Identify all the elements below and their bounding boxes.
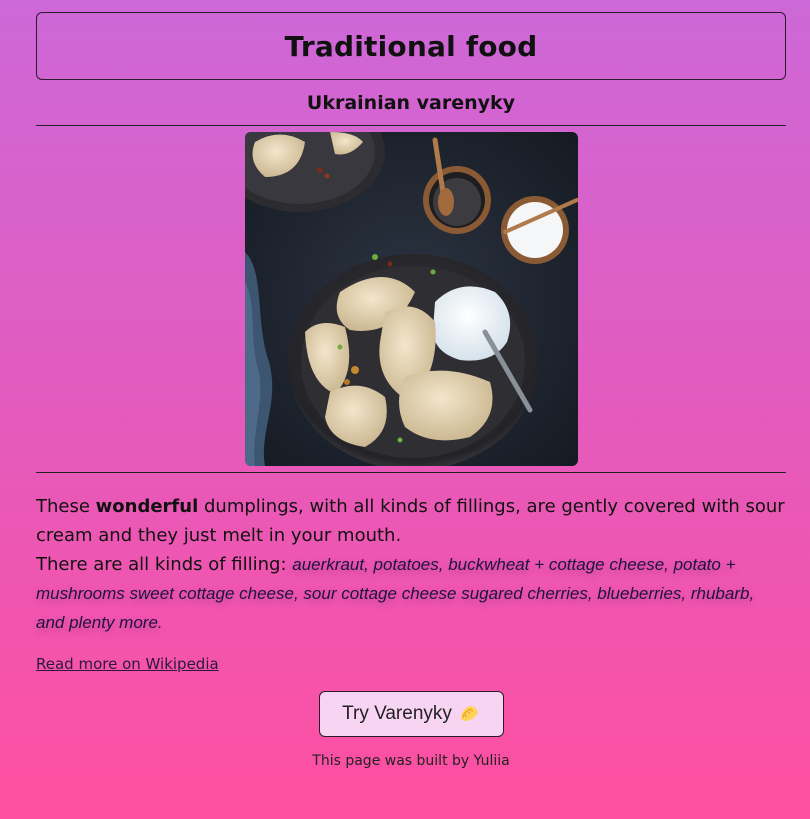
page-title: Traditional food — [284, 29, 538, 63]
dumpling-icon — [458, 703, 480, 725]
image-wrapper — [36, 132, 786, 466]
wikipedia-link[interactable]: Read more on Wikipedia — [36, 655, 219, 673]
page-container: Traditional food Ukrainian varenyky Thes… — [36, 12, 786, 769]
page-subtitle: Ukrainian varenyky — [306, 92, 516, 114]
varenyky-photo — [244, 132, 578, 466]
title-box: Traditional food — [36, 12, 786, 80]
try-varenyky-label: Try Varenyky — [342, 703, 452, 724]
cta-wrapper: Try Varenyky — [36, 691, 786, 737]
description-emphasis: wonderful — [95, 496, 199, 517]
description-intro: These — [36, 496, 96, 517]
divider-top — [36, 125, 786, 126]
divider-middle — [36, 472, 786, 473]
try-varenyky-button[interactable]: Try Varenyky — [318, 691, 504, 737]
fillings-intro: There are all kinds of filling: — [36, 554, 293, 575]
footer-text: This page was built by Yuliia — [312, 753, 510, 769]
description: These wonderful dumplings, with all kind… — [36, 492, 786, 637]
